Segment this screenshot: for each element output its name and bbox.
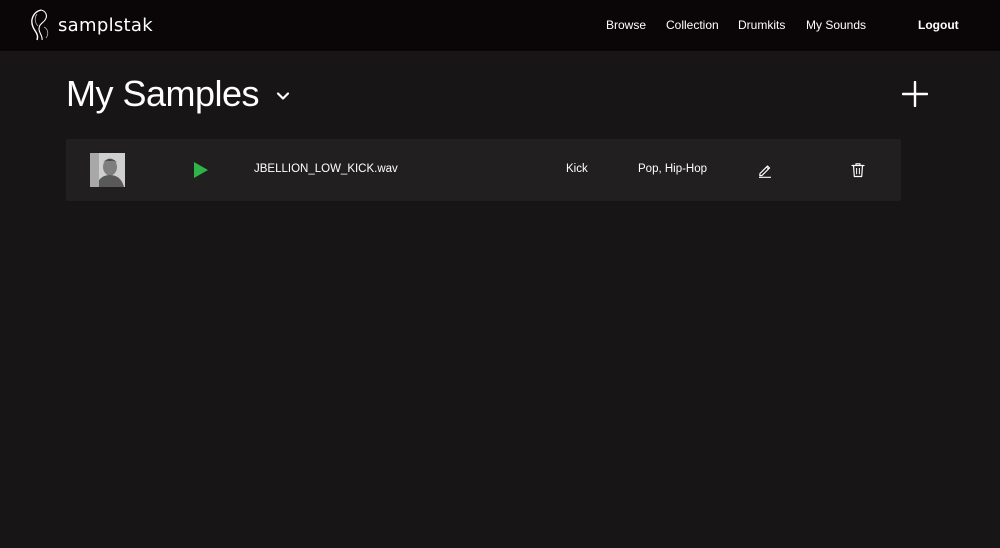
top-navbar: samplstak Browse Collection Drumkits My …	[0, 0, 1000, 51]
sample-genres: Pop, Hip-Hop	[638, 163, 708, 175]
page-title: My Samples	[66, 73, 260, 114]
sample-artwork-thumbnail[interactable]	[90, 153, 125, 187]
sample-file-name: JBELLION_LOW_KICK.wav	[254, 163, 398, 175]
sample-category: Kick	[566, 163, 588, 175]
main-nav: Browse Collection Drumkits My Sounds Log…	[0, 0, 1000, 51]
page-title-group[interactable]: My Samples	[66, 72, 291, 116]
nav-my-sounds[interactable]: My Sounds	[806, 18, 866, 32]
pencil-icon	[759, 165, 771, 178]
add-sample-button[interactable]	[901, 80, 929, 108]
play-button[interactable]	[193, 161, 209, 179]
nav-drumkits[interactable]: Drumkits	[738, 18, 785, 32]
nav-collection[interactable]: Collection	[666, 18, 719, 32]
edit-sample-button[interactable]	[757, 162, 773, 178]
logout-link[interactable]: Logout	[918, 18, 959, 32]
nav-browse[interactable]: Browse	[606, 18, 646, 32]
chevron-down-icon[interactable]	[275, 88, 291, 104]
delete-sample-button[interactable]	[851, 162, 865, 178]
sample-row: JBELLION_LOW_KICK.wav Kick Pop, Hip-Hop	[66, 139, 901, 201]
plus-icon	[901, 80, 929, 111]
play-icon	[194, 162, 208, 178]
trash-icon	[851, 163, 865, 178]
